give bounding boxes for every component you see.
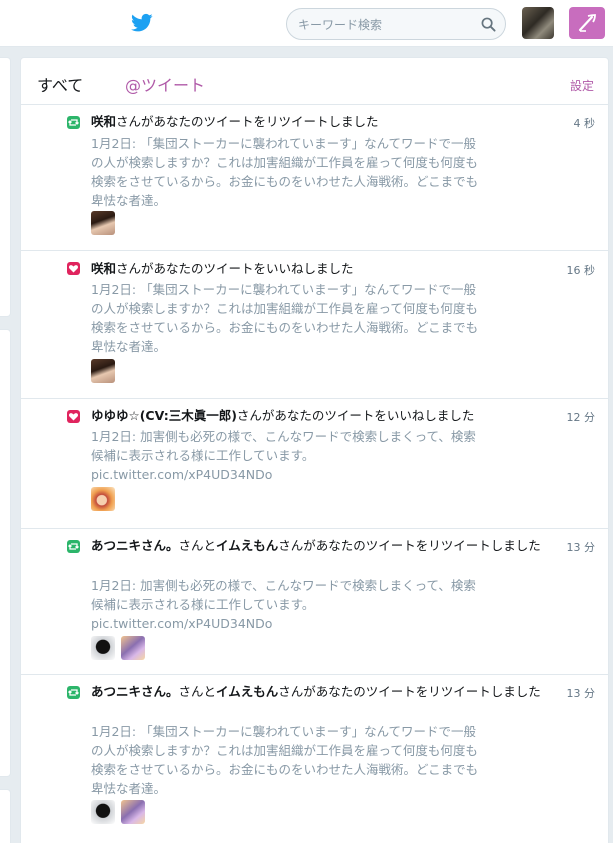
notification-headline: あつニキさん。さんとイムえもんさんがあなたのツイートをリツイートしました — [91, 537, 559, 555]
action-text: さんがあなたのツイートをいいねしました — [236, 408, 475, 423]
actor-name[interactable]: ゆゆゆ☆(CV:三木眞一郎) — [91, 408, 237, 423]
heart-icon — [67, 410, 80, 423]
actor-name-2[interactable]: イムえもん — [216, 538, 278, 553]
tweet-link[interactable]: pic.twitter.com/xP4UD34NDo — [91, 465, 541, 484]
action-text: さんがあなたのツイートをリツイートしました — [116, 114, 379, 129]
twitter-bird-icon[interactable] — [131, 13, 153, 33]
tweet-text[interactable]: 1月2日: 加害側も必死の様で、こんなワードで検索しまくって、検索 候補に表示さ… — [91, 427, 541, 484]
retweet-icon — [67, 686, 80, 699]
tweet-text[interactable]: 1月2日: 「集団ストーカーに襲われていまーす」なんてワードで一般 の人が検索し… — [91, 280, 541, 356]
tweet-text[interactable]: 1月2日: 加害側も必死の様で、こんなワードで検索しまくって、検索 候補に表示さ… — [91, 576, 541, 633]
notification-headline: ゆゆゆ☆(CV:三木眞一郎)さんがあなたのツイートをいいねしました — [91, 407, 559, 425]
heart-icon — [67, 262, 80, 275]
notifications-header: すべて @ツイート 設定 — [21, 58, 608, 105]
tweet-text[interactable]: 1月2日: 「集団ストーカーに襲われていまーす」なんてワードで一般 の人が検索し… — [91, 722, 541, 798]
notification-item[interactable]: 咲和さんがあなたのツイートをいいねしました 16 秒 1月2日: 「集団ストーカ… — [21, 251, 608, 399]
connector-text: さんと — [178, 684, 217, 699]
avatar[interactable] — [121, 800, 145, 824]
account-avatar[interactable] — [522, 7, 554, 39]
notification-item[interactable]: あつニキさん。さんとイムえもんさんがあなたのツイートをリツイートしました 13 … — [21, 529, 608, 675]
retweet-icon — [67, 116, 80, 129]
avatar[interactable] — [91, 487, 115, 511]
actor-avatars — [91, 359, 121, 383]
retweet-icon — [67, 540, 80, 553]
timestamp[interactable]: 13 分 — [567, 539, 596, 555]
notification-headline: あつニキさん。さんとイムえもんさんがあなたのツイートをリツイートしました — [91, 683, 559, 701]
notifications-card: すべて @ツイート 設定 咲和さんがあなたのツイートをリツイートしました 4 秒… — [20, 57, 609, 843]
notification-headline: 咲和さんがあなたのツイートをいいねしました — [91, 260, 559, 278]
avatar[interactable] — [91, 636, 115, 660]
left-column-edge — [0, 57, 11, 843]
actor-name[interactable]: あつニキさん。 — [91, 684, 179, 699]
top-bar — [0, 0, 613, 47]
notification-item[interactable]: 咲和さんがあなたのツイートをリツイートしました 4 秒 1月2日: 「集団ストー… — [21, 105, 608, 251]
actor-avatars — [91, 636, 151, 660]
settings-link[interactable]: 設定 — [570, 77, 594, 94]
avatar[interactable] — [91, 800, 115, 824]
tweet-link[interactable]: pic.twitter.com/xP4UD34NDo — [91, 614, 541, 633]
timestamp[interactable]: 4 秒 — [574, 115, 596, 131]
actor-name[interactable]: 咲和 — [91, 261, 116, 276]
action-text: さんがあなたのツイートをいいねしました — [116, 261, 354, 276]
actor-name[interactable]: 咲和 — [91, 114, 116, 129]
actor-name-2[interactable]: イムえもん — [216, 684, 278, 699]
actor-avatars — [91, 800, 151, 824]
compose-tweet-button[interactable] — [569, 7, 605, 39]
timestamp[interactable]: 16 秒 — [567, 262, 596, 278]
compose-tweet-icon — [578, 14, 596, 32]
connector-text: さんと — [178, 538, 217, 553]
timestamp[interactable]: 12 分 — [567, 409, 596, 425]
notification-headline: 咲和さんがあなたのツイートをリツイートしました — [91, 113, 559, 131]
search-icon[interactable] — [481, 17, 496, 32]
left-card — [0, 789, 11, 843]
tweet-text[interactable]: 1月2日: 「集団ストーカーに襲われていまーす」なんてワードで一般 の人が検索し… — [91, 134, 541, 210]
avatar[interactable] — [121, 636, 145, 660]
avatar[interactable] — [91, 211, 115, 235]
tab-mentions[interactable]: @ツイート — [125, 72, 205, 96]
action-text: さんがあなたのツイートをリツイートしました — [278, 684, 541, 699]
search-box[interactable] — [286, 8, 506, 40]
notification-item[interactable]: あつニキさん。さんとイムえもんさんがあなたのツイートをリツイートしました 13 … — [21, 675, 608, 843]
left-card — [0, 57, 11, 317]
left-card — [0, 329, 11, 777]
tab-all[interactable]: すべて — [37, 72, 83, 96]
timestamp[interactable]: 13 分 — [567, 685, 596, 701]
avatar[interactable] — [91, 359, 115, 383]
notification-item[interactable]: ゆゆゆ☆(CV:三木眞一郎)さんがあなたのツイートをいいねしました 12 分 1… — [21, 399, 608, 529]
actor-avatars — [91, 211, 121, 235]
search-input[interactable] — [298, 15, 478, 34]
action-text: さんがあなたのツイートをリツイートしました — [278, 538, 541, 553]
actor-avatars — [91, 487, 121, 511]
actor-name[interactable]: あつニキさん。 — [91, 538, 179, 553]
